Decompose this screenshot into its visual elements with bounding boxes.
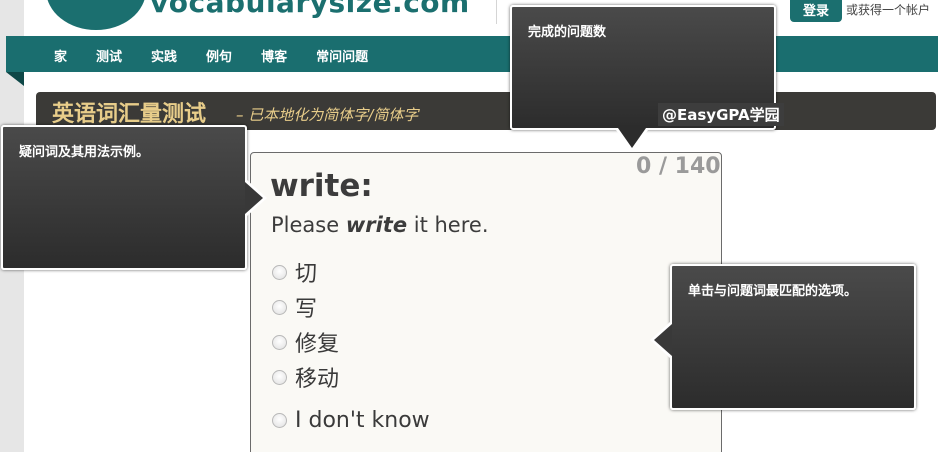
sentence-keyword: write [345,213,408,237]
nav-item-test[interactable]: 测试 [96,46,122,65]
answer-option-dont-know[interactable]: I don't know [272,408,430,433]
tooltip-arrow [654,324,672,356]
nav-item-blog[interactable]: 博客 [261,46,287,65]
tooltip-example-usage: 疑问词及其用法示例。 [1,125,247,270]
sentence-before: Please [271,213,346,237]
answer-option-label: 写 [295,297,318,322]
page-subtitle: – 已本地化为简体字/简体字 [236,106,419,124]
nav-item-practice[interactable]: 实践 [151,46,177,65]
answer-option-label: I don't know [295,408,430,433]
question-counter: 0 / 140 [636,154,721,179]
radio-button[interactable] [272,334,287,350]
tooltip-arrow [245,182,263,214]
tooltip-text: 疑问词及其用法示例。 [19,145,150,160]
tooltip-text: 完成的问题数 [528,25,607,40]
answer-option-2[interactable]: 写 [272,291,317,323]
navbar-fold-decoration [6,72,24,86]
site-logo-text[interactable]: vocabularysize.com [150,0,470,19]
nav-item-home[interactable]: 家 [54,46,67,65]
radio-button[interactable] [272,299,287,315]
answer-option-label: 切 [295,262,318,287]
answer-option-4[interactable]: 移动 [272,361,339,393]
page-title: 英语词汇量测试 [52,102,207,127]
tooltip-arrow [618,128,646,148]
question-word: write: [270,168,373,204]
header-divider [496,0,497,24]
example-sentence: Please write it here. [271,213,489,237]
watermark: @EasyGPA学园 [658,103,784,126]
answer-option-3[interactable]: 修复 [272,326,339,358]
nav-item-faq[interactable]: 常问问题 [316,46,368,65]
site-logo-icon[interactable] [46,0,146,30]
tooltip-instruction: 单击与问题词最匹配的选项。 [670,264,916,410]
answer-option-label: 移动 [295,367,340,392]
answer-option-label: 修复 [295,332,340,357]
nav-menu: 家 测试 实践 例句 博客 常问问题 [54,46,397,65]
radio-button[interactable] [272,264,287,280]
radio-button[interactable] [272,369,287,385]
nav-item-examples[interactable]: 例句 [206,46,232,65]
answer-option-1[interactable]: 切 [272,256,317,288]
radio-button[interactable] [272,413,287,428]
sentence-after: it here. [407,213,489,237]
get-account-link[interactable]: 或获得一个帐户 [846,1,930,18]
login-button[interactable]: 登录 [790,0,842,22]
tooltip-text: 单击与问题词最匹配的选项。 [688,284,858,299]
